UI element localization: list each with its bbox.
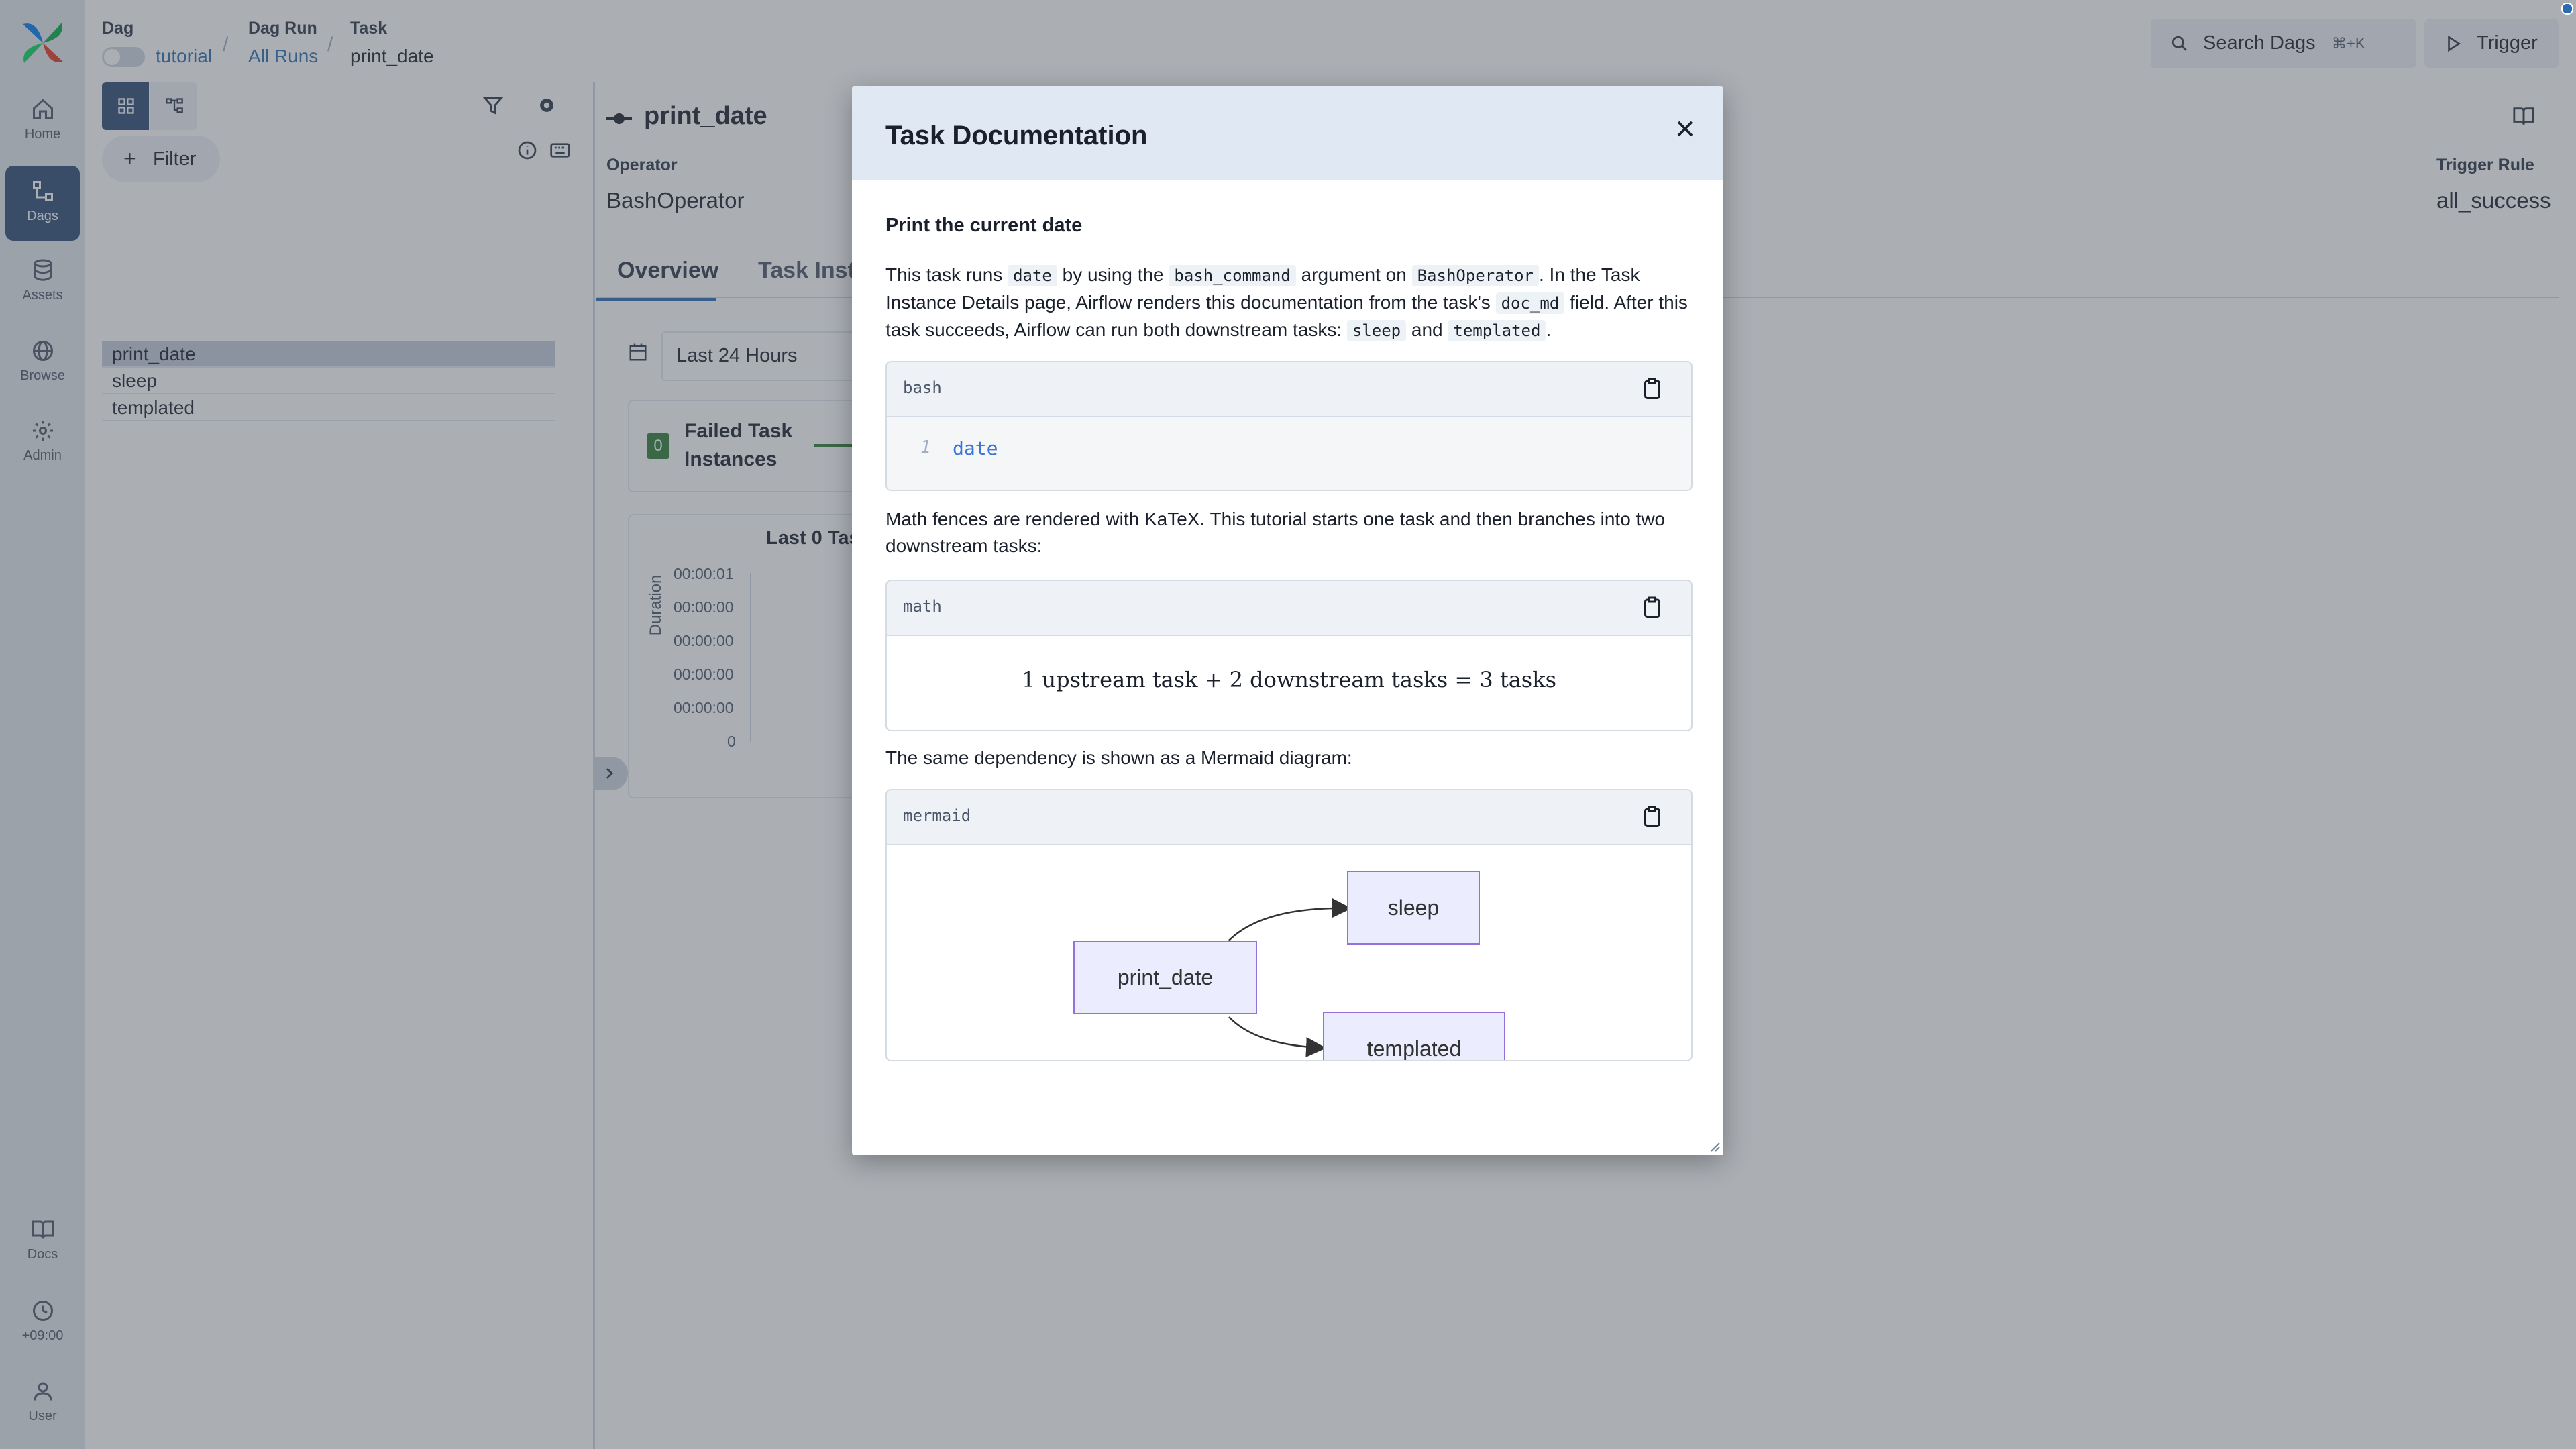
mermaid-node-templated: templated: [1323, 1012, 1505, 1060]
code-block-language: mermaid: [903, 806, 971, 825]
code-line: date: [953, 437, 998, 460]
edge-to-sleep: [1228, 898, 1352, 941]
math-render: 1 upstream task + 2 downstream tasks = 3…: [887, 636, 1691, 730]
line-number: 1: [920, 437, 931, 458]
doc-paragraph-1: This task runs date by using the bash_co…: [885, 262, 1697, 344]
clipboard-icon[interactable]: [1640, 596, 1664, 620]
clipboard-icon[interactable]: [1640, 377, 1664, 401]
task-documentation-modal: Task Documentation Print the current dat…: [852, 86, 1723, 1155]
math-formula: 1 upstream task + 2 downstream tasks = 3…: [1021, 667, 1557, 692]
inline-code: date: [1008, 265, 1057, 286]
code-block-header: bash: [887, 362, 1691, 417]
mermaid-node-sleep: sleep: [1347, 871, 1480, 945]
mermaid-diagram: print_date sleep templated: [887, 845, 1691, 1060]
code-block-bash: bash 1 date: [885, 361, 1693, 491]
modal-header: Task Documentation: [852, 86, 1723, 180]
inline-code: doc_md: [1495, 292, 1565, 314]
edge-to-templated: [1228, 1016, 1326, 1057]
mermaid-edges: [1228, 898, 1352, 1057]
resize-handle-icon[interactable]: [1707, 1139, 1721, 1152]
modal-title: Task Documentation: [885, 121, 1148, 150]
status-indicator: [2561, 3, 2573, 15]
doc-paragraph-2: Math fences are rendered with KaTeX. Thi…: [885, 508, 1666, 556]
code-block-language: bash: [903, 378, 942, 397]
inline-code: BashOperator: [1411, 265, 1539, 286]
code-block-math: math 1 upstream task + 2 downstream task…: [885, 580, 1693, 731]
code-block-body: 1 date: [887, 417, 1691, 490]
doc-paragraph-3: The same dependency is shown as a Mermai…: [885, 747, 1352, 768]
code-block-header: math: [887, 581, 1691, 636]
doc-text: This task runs: [885, 264, 1008, 285]
doc-text: by using the: [1057, 264, 1169, 285]
doc-text: .: [1546, 319, 1552, 340]
code-block-language: math: [903, 597, 942, 616]
mermaid-node-print-date: print_date: [1073, 941, 1257, 1014]
code-block-header: mermaid: [887, 790, 1691, 845]
inline-code: sleep: [1346, 320, 1407, 341]
doc-heading: Print the current date: [885, 215, 1083, 236]
code-block-mermaid: mermaid print_date sleep templated: [885, 789, 1693, 1061]
inline-code: bash_command: [1169, 265, 1296, 286]
doc-text: and: [1406, 319, 1448, 340]
inline-code: templated: [1448, 320, 1546, 341]
doc-text: argument on: [1295, 264, 1412, 285]
clipboard-icon[interactable]: [1640, 805, 1664, 829]
close-icon[interactable]: [1672, 115, 1699, 142]
